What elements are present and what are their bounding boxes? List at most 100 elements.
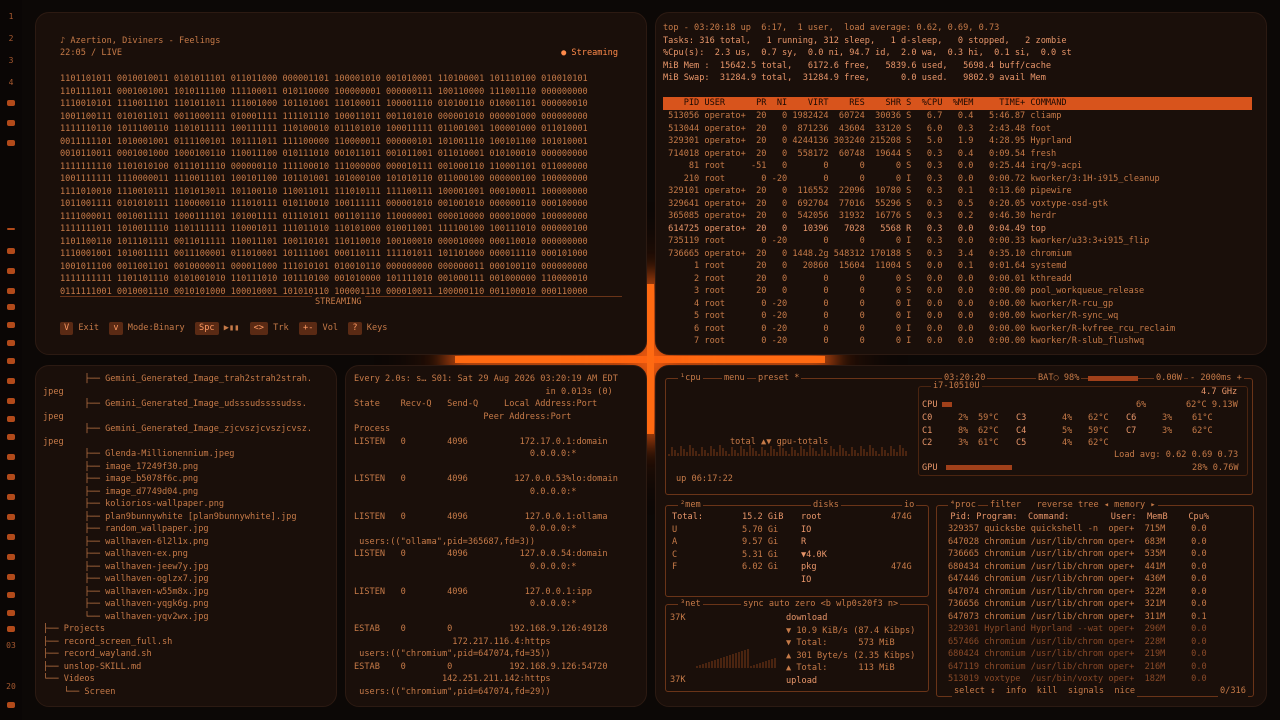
- mic-icon[interactable]: [7, 358, 15, 364]
- brightness-icon[interactable]: [7, 626, 15, 632]
- key-3-badge[interactable]: <>: [249, 322, 268, 335]
- top-process-row[interactable]: 329641 operato+ 20 0 692704 77016 55296 …: [663, 198, 1108, 211]
- bug-icon[interactable]: [7, 592, 15, 598]
- top-process-row[interactable]: 7 root 0 -20 0 0 0 I 0.0 0.0 0:00.00 kwo…: [663, 335, 1144, 348]
- grid-icon[interactable]: [7, 248, 15, 254]
- tree-entry[interactable]: ├── Gemini_Generated_Image_trah2strah2st…: [43, 373, 312, 386]
- tree-entry[interactable]: jpeg: [43, 386, 64, 399]
- top-process-row[interactable]: 210 root 0 -20 0 0 0 I 0.3 0.0 0:00.72 k…: [663, 173, 1160, 186]
- btop-process-row[interactable]: 680434 chromium /usr/lib/chrom oper+ 441…: [948, 561, 1207, 574]
- chip-icon[interactable]: [7, 268, 15, 274]
- bluetooth-icon[interactable]: [7, 454, 15, 460]
- globe-icon[interactable]: [7, 304, 15, 310]
- top-process-row[interactable]: 4 root 0 -20 0 0 0 I 0.0 0.0 0:00.00 kwo…: [663, 298, 1113, 311]
- tree-entry[interactable]: ├── wallhaven-ex.png: [43, 548, 187, 561]
- tree-entry[interactable]: └── Screen: [43, 686, 116, 699]
- tree-entry[interactable]: ├── wallhaven-jeew7y.jpg: [43, 561, 208, 574]
- menu-button[interactable]: menu: [722, 372, 747, 385]
- top-process-row[interactable]: 3 root 20 0 0 0 0 S 0.0 0.0 0:00.00 pool…: [663, 285, 1144, 298]
- refresh-rate[interactable]: - 2000ms +: [1188, 372, 1244, 385]
- top-process-row[interactable]: 329301 operato+ 20 0 4244136 303240 2152…: [663, 135, 1072, 148]
- net-label[interactable]: ³net: [678, 598, 703, 611]
- btop-process-row[interactable]: 647119 chromium /usr/lib/chrom oper+ 216…: [948, 661, 1207, 674]
- headphones-icon[interactable]: [7, 474, 15, 480]
- disks-label[interactable]: disks: [811, 499, 841, 512]
- record-icon[interactable]: [7, 100, 15, 106]
- tree-entry[interactable]: └── wallhaven-yqv2wx.jpg: [43, 611, 208, 624]
- music-player-window[interactable]: ♪ Azertion, Diviners - Feelings 22:05 / …: [35, 12, 647, 355]
- tree-entry[interactable]: ├── wallhaven-yqgk6g.png: [43, 598, 208, 611]
- key-0-badge[interactable]: V: [60, 322, 74, 335]
- btop-process-row[interactable]: 329301 Hyprland Hyprland --wat oper+ 296…: [948, 623, 1207, 636]
- tree-entry[interactable]: jpeg: [43, 411, 64, 424]
- android-icon[interactable]: [7, 534, 15, 540]
- key-4-badge[interactable]: +-: [299, 322, 318, 335]
- top-process-row[interactable]: 735119 root 0 -20 0 0 0 I 0.3 0.0 0:00.3…: [663, 235, 1149, 248]
- workspace-2[interactable]: 2: [0, 34, 22, 44]
- tree-entry[interactable]: ├── unslop-SKILL.md: [43, 661, 141, 674]
- io-label[interactable]: io: [902, 499, 917, 512]
- tree-entry[interactable]: ├── wallhaven-oglzx7.jpg: [43, 573, 208, 586]
- tree-entry[interactable]: ├── image_d7749d04.png: [43, 486, 198, 499]
- folder-icon[interactable]: [7, 514, 15, 520]
- tree-entry[interactable]: ├── wallhaven-6l2l1x.png: [43, 536, 208, 549]
- file-tree-window[interactable]: ├── Gemini_Generated_Image_trah2strah2st…: [35, 365, 337, 707]
- top-process-row[interactable]: 614725 operato+ 20 0 10396 7028 5568 R 0…: [663, 223, 1046, 236]
- windows-icon[interactable]: [7, 494, 15, 500]
- tree-entry[interactable]: ├── wallhaven-w55m8x.jpg: [43, 586, 208, 599]
- workspace-4[interactable]: 4: [0, 78, 22, 88]
- top-process-row[interactable]: 329101 operato+ 20 0 116552 22096 10780 …: [663, 185, 1072, 198]
- btop-process-row[interactable]: 736656 chromium /usr/lib/chrom oper+ 321…: [948, 598, 1207, 611]
- power-icon[interactable]: [7, 702, 15, 708]
- top-process-row[interactable]: 6 root 0 -20 0 0 0 I 0.0 0.0 0:00.00 kwo…: [663, 323, 1175, 336]
- tree-entry[interactable]: ├── Gemini_Generated_Image_udsssudssssud…: [43, 398, 306, 411]
- btop-process-row[interactable]: 680424 chromium /usr/lib/chrom oper+ 219…: [948, 648, 1207, 661]
- tree-entry[interactable]: ├── Gemini_Generated_Image_zjcvszjcvszjc…: [43, 423, 312, 436]
- top-process-row[interactable]: 5 root 0 -20 0 0 0 I 0.0 0.0 0:00.00 kwo…: [663, 310, 1118, 323]
- heart-icon[interactable]: [7, 574, 15, 580]
- tree-entry[interactable]: ├── Glenda-Millionennium.jpeg: [43, 448, 234, 461]
- mem-label[interactable]: ²mem: [678, 499, 703, 512]
- btop-process-row[interactable]: 657466 chromium /usr/lib/chrom oper+ 228…: [948, 636, 1207, 649]
- btop-process-row[interactable]: 513019 voxtype /usr/bin/voxty oper+ 182M…: [948, 673, 1207, 686]
- net-tabs[interactable]: sync auto zero <b wlp0s20f3 n>: [741, 598, 901, 611]
- top-window[interactable]: top - 03:20:18 up 6:17, 1 user, load ave…: [655, 12, 1267, 355]
- play-icon[interactable]: [7, 416, 15, 422]
- menu-icon[interactable]: [7, 228, 15, 230]
- sun-icon[interactable]: [7, 288, 15, 294]
- tree-entry[interactable]: ├── plan9bunnywhite [plan9bunnywhite].jp…: [43, 511, 296, 524]
- robot-icon[interactable]: [7, 120, 15, 126]
- wifi-icon[interactable]: [7, 610, 15, 616]
- btop-process-row[interactable]: 329357 quicksbe quickshell -n oper+ 715M…: [948, 523, 1207, 536]
- top-process-row[interactable]: 513044 operato+ 20 0 871236 43604 33120 …: [663, 123, 1051, 136]
- save-icon[interactable]: [7, 398, 15, 404]
- preset-button[interactable]: preset *: [756, 372, 802, 385]
- tree-entry[interactable]: ├── random_wallpaper.jpg: [43, 523, 208, 536]
- refresh-icon[interactable]: [7, 378, 15, 384]
- key-2-badge[interactable]: Spc: [195, 322, 219, 335]
- btop-process-row[interactable]: 647028 chromium /usr/lib/chrom oper+ 683…: [948, 536, 1207, 549]
- eject-icon[interactable]: [7, 434, 15, 440]
- btop-process-row[interactable]: 647446 chromium /usr/lib/chrom oper+ 436…: [948, 573, 1207, 586]
- tree-entry[interactable]: ├── record_screen_full.sh: [43, 636, 172, 649]
- btop-process-row[interactable]: 647073 chromium /usr/lib/chrom oper+ 311…: [948, 611, 1207, 624]
- proc-label[interactable]: ⁴proc: [948, 499, 978, 512]
- workspace-3[interactable]: 3: [0, 56, 22, 66]
- tree-entry[interactable]: jpeg: [43, 436, 64, 449]
- tree-entry[interactable]: ├── Projects: [43, 623, 105, 636]
- tree-entry[interactable]: └── Videos: [43, 673, 95, 686]
- top-process-row[interactable]: 513056 operato+ 20 0 1982424 60724 30036…: [663, 110, 1061, 123]
- top-process-row[interactable]: 365085 operato+ 20 0 542056 31932 16776 …: [663, 210, 1056, 223]
- ss-watch-window[interactable]: Every 2.0s: s… S01: Sat 29 Aug 2026 03:2…: [345, 365, 647, 707]
- proc-footer[interactable]: select ↕ info kill signals nice: [952, 685, 1138, 698]
- top-process-row[interactable]: 714018 operato+ 20 0 558172 60748 19644 …: [663, 148, 1056, 161]
- brush-icon[interactable]: [7, 322, 15, 328]
- btop-process-row[interactable]: 647074 chromium /usr/lib/chrom oper+ 322…: [948, 586, 1207, 599]
- settings-icon[interactable]: [7, 140, 15, 146]
- tree-entry[interactable]: ├── record_wayland.sh: [43, 648, 152, 661]
- btop-process-row[interactable]: 736665 chromium /usr/lib/chrom oper+ 535…: [948, 548, 1207, 561]
- proc-tabs[interactable]: filter reverse tree ◂ memory ▸: [988, 499, 1158, 512]
- mail-icon[interactable]: [7, 340, 15, 346]
- tree-entry[interactable]: ├── image_17249f30.png: [43, 461, 198, 474]
- tree-entry[interactable]: ├── image_b5078f6c.png: [43, 473, 198, 486]
